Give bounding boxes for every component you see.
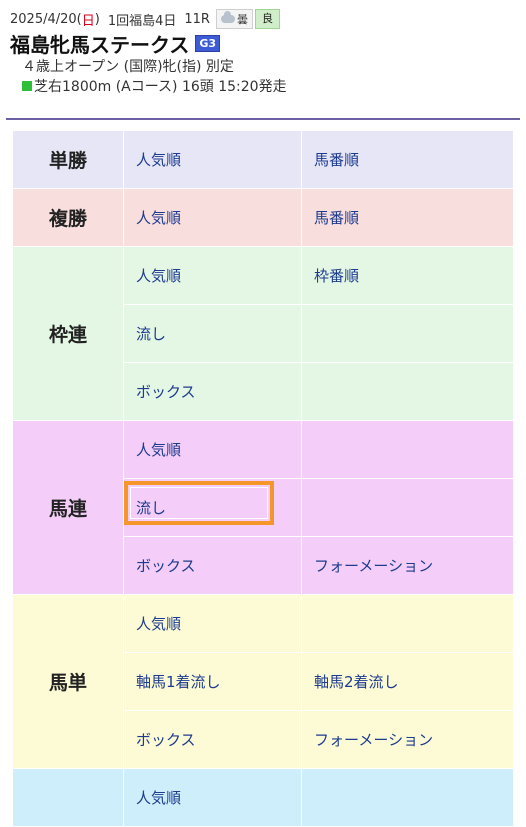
bet-type-fukusho: 複勝 (12, 188, 124, 247)
grade-badge: G3 (195, 34, 221, 52)
empty-cell (301, 304, 514, 363)
empty-cell (301, 362, 514, 421)
tansho-number-link[interactable]: 馬番順 (301, 130, 514, 189)
turf-square-icon (22, 81, 32, 91)
track-condition-badge: 良 (254, 9, 280, 29)
empty-cell (301, 594, 514, 653)
umaren-popularity-link[interactable]: 人気順 (123, 420, 302, 479)
bet-row-tansho: 単勝 人気順 馬番順 (12, 130, 514, 189)
bet-type-tansho: 単勝 (12, 130, 124, 189)
bet-row-sanren: 人気順 (12, 768, 514, 827)
bet-row-umatan: 馬単 人気順 (12, 594, 514, 769)
umatan-box-link[interactable]: ボックス (123, 710, 302, 769)
umatan-second-nagashi-link[interactable]: 軸馬2着流し (301, 652, 514, 711)
cloud-icon (220, 11, 235, 23)
wakuren-frame-link[interactable]: 枠番順 (301, 246, 514, 305)
race-title-line: 福島牝馬ステークス G3 (10, 30, 516, 57)
race-number: 11R (184, 11, 210, 27)
umaren-formation-link[interactable]: フォーメーション (301, 536, 514, 595)
race-date-suffix: ) (94, 11, 100, 27)
bet-type-sanren (12, 768, 124, 827)
race-name: 福島牝馬ステークス (10, 32, 190, 57)
bet-type-menu: 単勝 人気順 馬番順 複勝 人気順 馬番順 枠連 人気順 枠番順 流し ボックス… (12, 130, 514, 827)
umatan-first-nagashi-link[interactable]: 軸馬1着流し (123, 652, 302, 711)
race-conditions: ４歳上オープン (国際)牝(指) 別定 (22, 59, 234, 75)
sanren-popularity-link[interactable]: 人気順 (123, 768, 302, 827)
umaren-nagashi-label: 流し (136, 499, 167, 517)
umaren-nagashi-link[interactable]: 流し (123, 478, 302, 537)
bet-type-umaren: 馬連 (12, 420, 124, 595)
tansho-popularity-link[interactable]: 人気順 (123, 130, 302, 189)
bet-row-umaren: 馬連 人気順 (12, 420, 514, 595)
fukusho-popularity-link[interactable]: 人気順 (123, 188, 302, 247)
race-course: 芝右1800m (Aコース) 16頭 15:20発走 (34, 79, 287, 95)
race-meta-line: 2025/4/20(日) 1回福島4日 11R 曇 良 (10, 8, 516, 30)
weather-badge: 曇 (215, 9, 253, 29)
empty-cell (301, 478, 514, 537)
umatan-popularity-link[interactable]: 人気順 (123, 594, 302, 653)
race-meeting: 1回福島4日 (107, 13, 177, 29)
wakuren-popularity-link[interactable]: 人気順 (123, 246, 302, 305)
bet-type-wakuren: 枠連 (12, 246, 124, 421)
race-day-of-week: 日 (81, 13, 95, 29)
fukusho-number-link[interactable]: 馬番順 (301, 188, 514, 247)
wakuren-box-link[interactable]: ボックス (123, 362, 302, 421)
weather-label: 曇 (236, 13, 248, 26)
umatan-formation-link[interactable]: フォーメーション (301, 710, 514, 769)
wakuren-nagashi-link[interactable]: 流し (123, 304, 302, 363)
umaren-box-link[interactable]: ボックス (123, 536, 302, 595)
race-header: 2025/4/20(日) 1回福島4日 11R 曇 良 福島牝馬ステークス G3… (10, 8, 516, 96)
empty-cell (301, 420, 514, 479)
race-date-prefix: 2025/4/20( (10, 11, 82, 27)
bet-type-umatan: 馬単 (12, 594, 124, 769)
empty-cell (301, 768, 514, 827)
header-divider (6, 118, 520, 120)
race-course-line: 芝右1800m (Aコース) 16頭 15:20発走 (22, 76, 516, 96)
bet-row-wakuren: 枠連 人気順 枠番順 (12, 246, 514, 421)
bet-row-fukusho: 複勝 人気順 馬番順 (12, 188, 514, 247)
